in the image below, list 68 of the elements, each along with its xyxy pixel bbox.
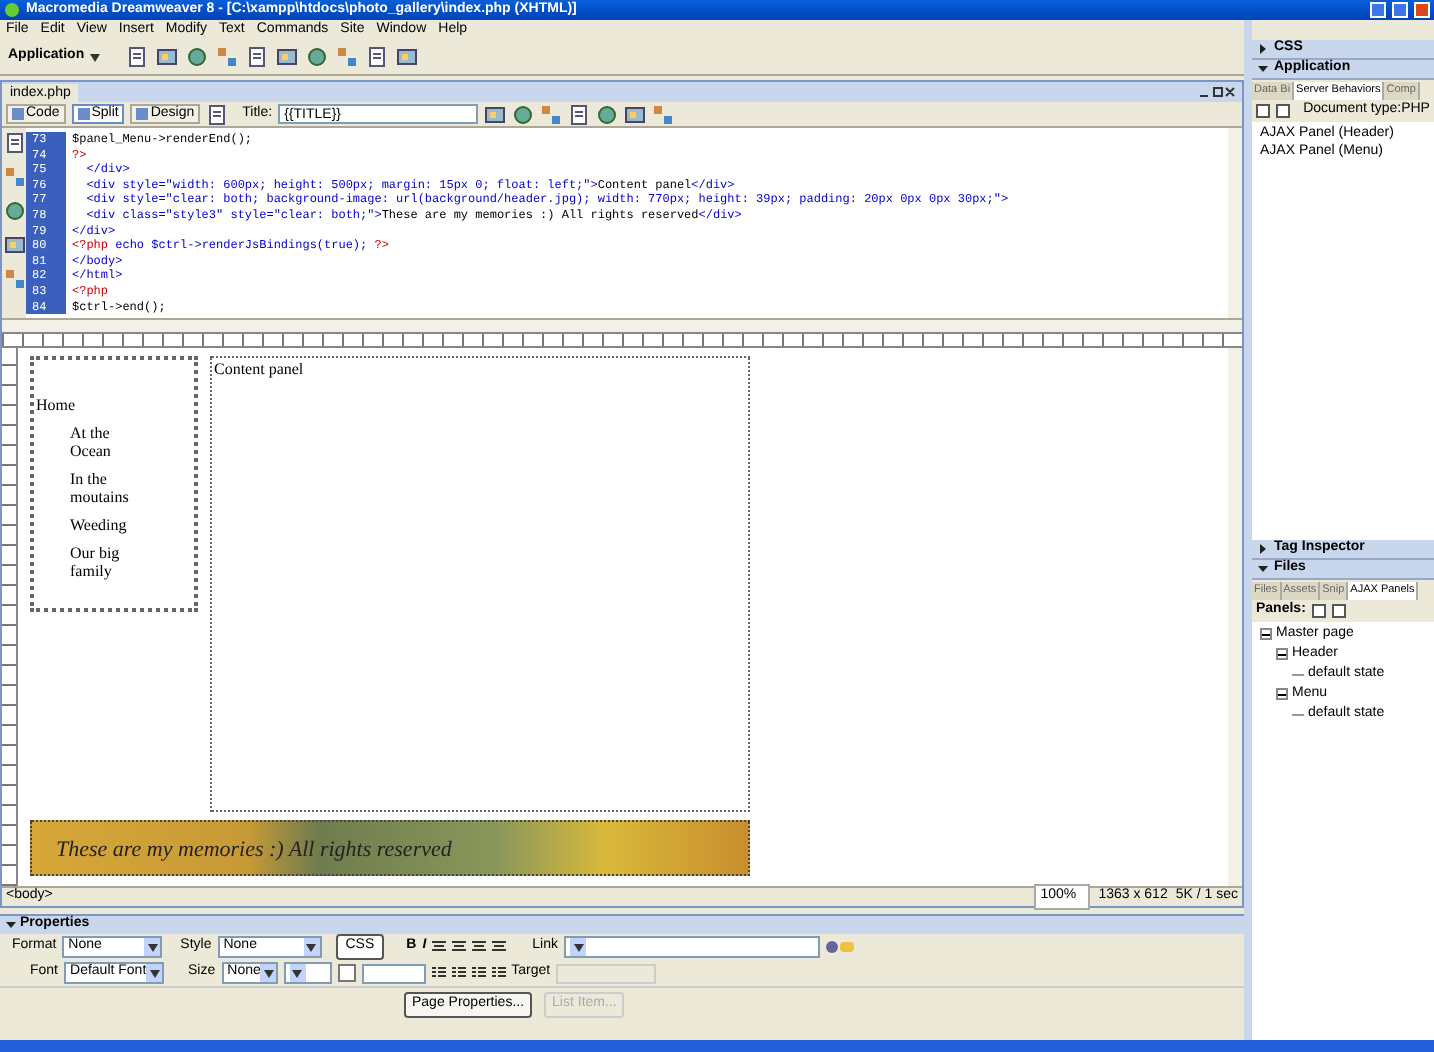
collapse-icon[interactable]: [1276, 648, 1288, 660]
expand-arrow-icon[interactable]: [1258, 544, 1268, 554]
image-icon[interactable]: [484, 103, 507, 125]
image-icon[interactable]: [156, 46, 178, 68]
remove-button[interactable]: [1275, 104, 1290, 118]
document-icon[interactable]: [126, 46, 148, 68]
expand-arrow-icon[interactable]: [1258, 44, 1268, 54]
image-icon[interactable]: [624, 103, 647, 125]
collapse-arrow-icon[interactable]: [1258, 64, 1268, 74]
link-field[interactable]: [564, 936, 820, 958]
vertical-scrollbar[interactable]: [1228, 348, 1242, 886]
align-icon[interactable]: [432, 940, 447, 954]
document-icon[interactable]: [568, 103, 591, 125]
caret-icon: [263, 969, 273, 977]
align-icon[interactable]: [472, 940, 487, 954]
caret-icon: [306, 943, 317, 951]
menu-link[interactable]: Home: [34, 396, 194, 414]
circle-icon[interactable]: [596, 103, 619, 125]
minimize-button[interactable]: [1370, 2, 1386, 18]
image-icon[interactable]: [276, 46, 298, 68]
align-icon[interactable]: [492, 940, 507, 954]
list-icon[interactable]: [451, 966, 466, 980]
circle-icon[interactable]: [306, 46, 328, 68]
horizontal-scrollbar[interactable]: [2, 318, 1242, 332]
submenu-link[interactable]: Weeding: [70, 516, 154, 534]
image-icon[interactable]: [3, 234, 25, 256]
document-icon[interactable]: [206, 103, 229, 125]
app-logo-icon: [4, 2, 20, 18]
submenu-link[interactable]: Our big family: [70, 544, 154, 580]
collapse-icon[interactable]: [1260, 628, 1272, 640]
circle-icon[interactable]: [186, 46, 208, 68]
submenu-link[interactable]: At the Ocean: [70, 424, 154, 460]
maximize-button[interactable]: [1392, 2, 1408, 18]
circle-icon[interactable]: [3, 200, 25, 222]
squares-icon[interactable]: [3, 268, 25, 290]
caret-icon: [90, 53, 101, 61]
squares-icon[interactable]: [3, 166, 25, 188]
color-field[interactable]: [361, 963, 426, 983]
list-icon[interactable]: [471, 966, 486, 980]
window-controls-icon[interactable]: [1200, 86, 1236, 98]
remove-button[interactable]: [1331, 604, 1346, 618]
color-picker[interactable]: [337, 964, 356, 982]
squares-icon[interactable]: [336, 46, 358, 68]
footer-banner: These are my memories :) All rights reserved: [30, 820, 750, 876]
align-icon[interactable]: [452, 940, 467, 954]
collapse-arrow-icon[interactable]: [6, 920, 16, 930]
caret-icon: [147, 943, 158, 951]
collapse-arrow-icon[interactable]: [1258, 564, 1268, 574]
circle-icon[interactable]: [512, 103, 535, 125]
add-button[interactable]: [1256, 104, 1270, 118]
close-button[interactable]: [1414, 2, 1430, 18]
add-button[interactable]: [1311, 604, 1326, 618]
caret-icon: [573, 943, 583, 951]
caret-icon: [149, 969, 160, 977]
squares-icon[interactable]: [540, 103, 563, 125]
document-icon[interactable]: [246, 46, 268, 68]
vertical-scrollbar[interactable]: [1228, 128, 1242, 318]
document-icon[interactable]: [366, 46, 388, 68]
squares-icon[interactable]: [216, 46, 238, 68]
list-icon[interactable]: [491, 966, 506, 980]
list-icon[interactable]: [431, 966, 446, 980]
submenu-link[interactable]: In the moutains: [70, 470, 154, 506]
image-icon[interactable]: [396, 46, 418, 68]
collapse-icon[interactable]: [1276, 688, 1288, 700]
content-panel: Content panel: [210, 356, 750, 812]
unit-select[interactable]: [283, 962, 332, 984]
document-icon[interactable]: [3, 132, 25, 154]
caret-icon: [292, 969, 303, 977]
